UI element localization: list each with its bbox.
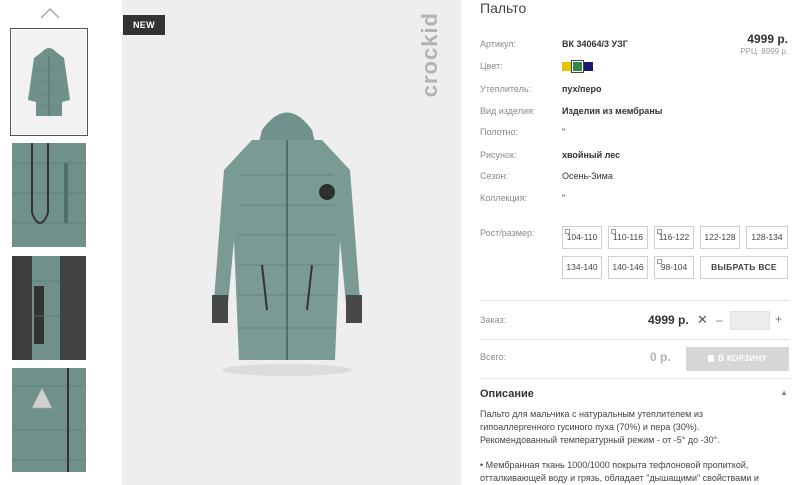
total-label: Всего: xyxy=(480,352,507,362)
size-checkbox[interactable] xyxy=(657,229,662,234)
attr-label: Полотно: xyxy=(480,127,519,137)
attr-row-article: Артикул: ВК 34064/3 УЗГ xyxy=(480,37,790,51)
attr-label: Рисунок: xyxy=(480,150,517,160)
thumbnail-column xyxy=(10,0,90,485)
attr-label: Цвет: xyxy=(480,61,503,71)
divider xyxy=(480,339,790,340)
product-title: Пальто xyxy=(480,0,527,16)
attr-value: " xyxy=(562,193,566,203)
qty-increment-button[interactable]: + xyxy=(775,312,782,326)
thumbnail-coat-front[interactable] xyxy=(10,28,88,136)
size-checkbox[interactable] xyxy=(565,229,570,234)
thumbnail-coat-pocket[interactable] xyxy=(12,256,86,360)
size-option[interactable]: 98-104 xyxy=(654,256,694,279)
new-badge: NEW xyxy=(123,15,165,35)
attr-value: хвойный лес xyxy=(562,150,621,160)
attr-value: Осень-Зима xyxy=(562,171,613,181)
order-label: Заказ: xyxy=(480,315,507,325)
select-all-sizes-button[interactable]: ВЫБРАТЬ ВСЕ xyxy=(700,256,788,279)
attr-value: пух/перо xyxy=(562,84,602,94)
color-swatch-green[interactable] xyxy=(571,60,584,74)
size-option[interactable]: 128-134 xyxy=(746,226,788,249)
attr-row-season: Сезон: Осень-Зима xyxy=(480,169,790,183)
description-line: • Мембранная ткань 1000/1000 покрыта теф… xyxy=(480,460,749,470)
attr-label: Вид изделия: xyxy=(480,106,536,116)
qty-decrement-button[interactable]: – xyxy=(716,313,723,327)
color-swatch-navy[interactable] xyxy=(584,62,593,72)
attr-label: Артикул: xyxy=(480,39,517,49)
bag-icon xyxy=(708,355,715,362)
attr-value: " xyxy=(562,127,566,137)
size-label: Рост/размер: xyxy=(480,228,535,238)
add-to-cart-button[interactable]: В КОРЗИНУ xyxy=(686,347,789,371)
order-price: 4999 р. xyxy=(648,313,689,327)
size-option[interactable]: 122-128 xyxy=(700,226,740,249)
thumbnail-coat-zipper[interactable] xyxy=(12,143,86,247)
size-checkbox[interactable] xyxy=(611,229,616,234)
attr-row-collection: Коллекция: " xyxy=(480,191,790,205)
color-swatch-yellow[interactable] xyxy=(562,62,571,72)
brand-logo: crockid xyxy=(417,12,442,98)
size-option[interactable]: 104-110 xyxy=(562,226,602,249)
attr-label: Коллекция: xyxy=(480,193,528,203)
size-option[interactable]: 116-122 xyxy=(654,226,694,249)
description-heading[interactable]: Описание xyxy=(480,388,534,400)
coat-illustration xyxy=(212,112,362,376)
main-product-image: NEW crockid xyxy=(122,0,461,485)
attr-row-pattern: Рисунок: хвойный лес xyxy=(480,148,790,162)
attr-value: Изделия из мембраны xyxy=(562,106,663,116)
divider xyxy=(480,300,790,301)
description-line: Пальто для мальчика с натуральным утепли… xyxy=(480,409,703,419)
size-option[interactable]: 110-116 xyxy=(608,226,648,249)
attr-row-fabric: Полотно: " xyxy=(480,125,790,139)
description-line: гипоаллергенного гусиного пуха (70%) и п… xyxy=(480,422,700,432)
size-option[interactable]: 134-140 xyxy=(562,256,602,279)
color-swatches xyxy=(562,59,595,74)
total-value: 0 р. xyxy=(650,350,671,364)
description-line: отталкивающей воду и грязь, обладает "ды… xyxy=(480,473,759,483)
attr-row-filler: Утеплитель: пух/перо xyxy=(480,82,790,96)
attr-row-type: Вид изделия: Изделия из мембраны xyxy=(480,104,790,118)
thumbnail-coat-reflector[interactable] xyxy=(12,368,86,472)
chevron-up-icon[interactable] xyxy=(39,6,61,20)
product-details: Пальто 4999 р. РРЦ: 8999 р. Артикул: ВК … xyxy=(480,0,790,485)
attr-label: Утеплитель: xyxy=(480,84,532,94)
close-icon[interactable]: ✕ xyxy=(697,312,708,328)
add-to-cart-label: В КОРЗИНУ xyxy=(718,354,767,363)
size-checkbox[interactable] xyxy=(657,259,662,264)
quantity-input[interactable] xyxy=(730,311,770,330)
divider xyxy=(480,378,790,379)
attr-row-color: Цвет: xyxy=(480,59,790,74)
description-line: Рекомендованный температурный режим - от… xyxy=(480,435,720,445)
attr-value: ВК 34064/3 УЗГ xyxy=(562,39,628,49)
size-option[interactable]: 140-146 xyxy=(608,256,648,279)
chevron-up-icon[interactable]: ▲ xyxy=(780,388,788,397)
attr-label: Сезон: xyxy=(480,171,508,181)
